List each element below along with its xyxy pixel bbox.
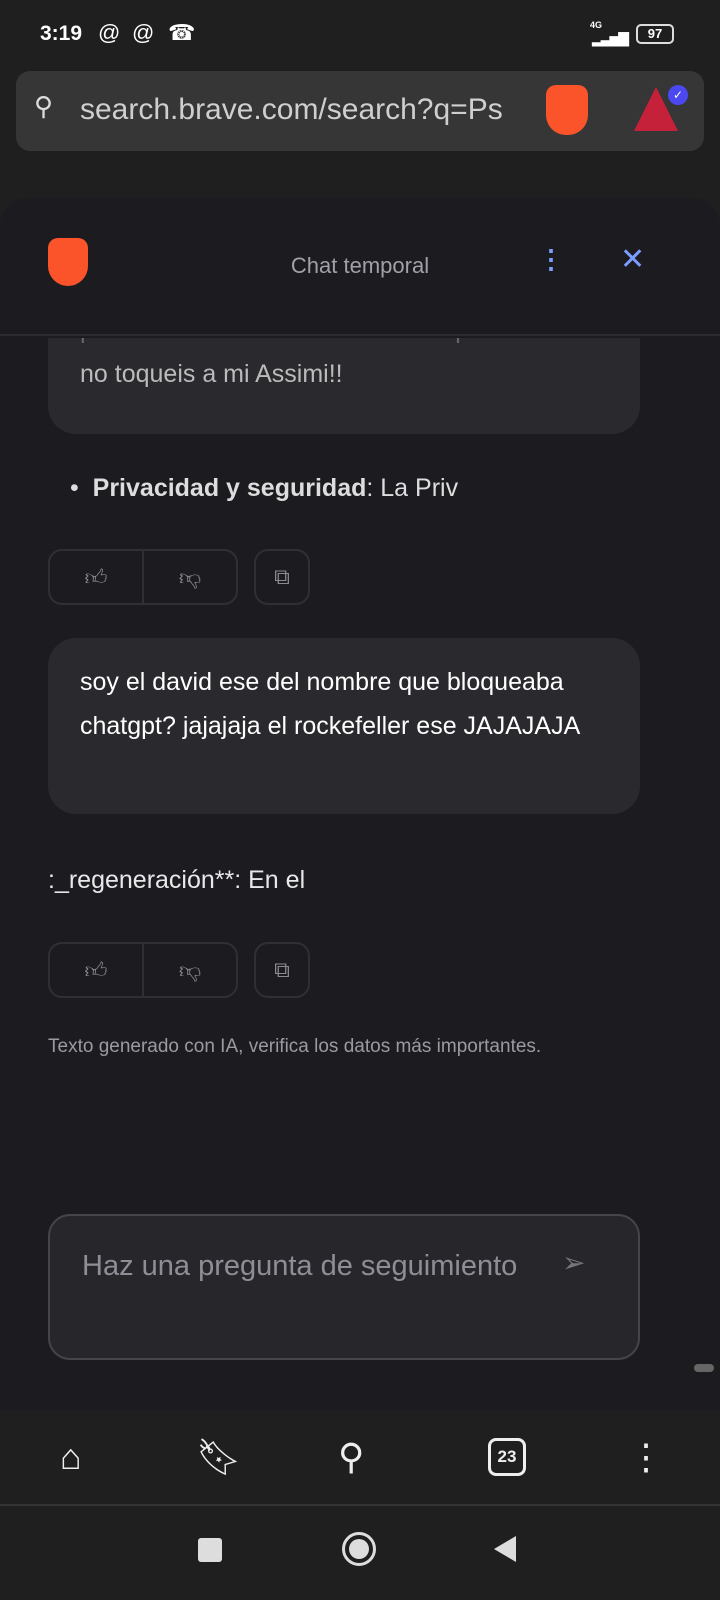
site-settings-icon[interactable]: ⚲ — [34, 91, 53, 122]
chat-scroll-area[interactable]: puedes escribir con coherencia? que no t… — [0, 338, 720, 1338]
copy-button[interactable]: ⧉ — [254, 942, 310, 998]
clock: 3:19 — [40, 22, 83, 45]
follow-up-input[interactable]: Haz una pregunta de seguimiento ➢ — [48, 1214, 640, 1360]
more-options-icon[interactable]: ⋮ — [538, 244, 564, 275]
status-bar: 3:19 @ @ ☎ 4G ▂▃▅▇ 97 — [0, 0, 720, 68]
copy-icon: ⧉ — [274, 957, 290, 982]
leo-chat-panel: Chat temporal ⋮ ✕ puedes escribir con co… — [0, 198, 720, 1410]
user-message-bubble: soy el david ese del nombre que bloqueab… — [48, 638, 640, 814]
answer-bullet: • Privacidad y seguridad: La Priv — [70, 474, 459, 502]
signal-icon: ▂▃▅▇ — [592, 30, 629, 46]
bullet-heading: Privacidad y seguridad — [92, 474, 367, 502]
missed-call-icon: ☎ — [168, 20, 196, 45]
chat-title: Chat temporal — [290, 253, 430, 278]
send-icon[interactable]: ➢ — [562, 1246, 585, 1279]
scrollbar-handle[interactable] — [694, 1364, 714, 1372]
copy-icon: ⧉ — [274, 564, 290, 589]
system-navigation — [0, 1506, 720, 1600]
message-text: puedes escribir con coherencia? que — [80, 338, 608, 352]
feedback-buttons: 👍︎ 👎︎ — [48, 549, 238, 605]
input-placeholder: Haz una pregunta de seguimiento — [82, 1250, 518, 1282]
tabs-button[interactable]: 23 — [488, 1438, 526, 1476]
home-icon[interactable]: ⌂ — [60, 1436, 82, 1478]
threads-icon: @ — [98, 20, 121, 45]
home-button[interactable] — [342, 1532, 376, 1566]
thumbs-up-icon[interactable]: 👍︎ — [50, 551, 144, 603]
network-type: 4G — [590, 20, 603, 30]
copy-button[interactable]: ⧉ — [254, 549, 310, 605]
ai-disclaimer: Texto generado con IA, verifica los dato… — [48, 1036, 542, 1057]
brave-shields-icon[interactable] — [546, 85, 588, 135]
answer-text: :_regeneración**: En el — [48, 866, 306, 894]
verified-badge-icon: ✓ — [668, 85, 688, 105]
close-icon[interactable]: ✕ — [620, 242, 645, 277]
battery-icon: 97 — [636, 24, 674, 44]
menu-icon[interactable]: ⋮ — [628, 1436, 664, 1478]
message-text: no toqueis a mi Assimi!! — [80, 360, 343, 388]
thumbs-down-icon[interactable]: 👎︎ — [144, 551, 236, 603]
search-icon[interactable]: ⚲ — [338, 1436, 364, 1478]
user-message-bubble: puedes escribir con coherencia? que no t… — [48, 338, 640, 434]
bookmark-icon[interactable]: 🔖︎ — [196, 1436, 242, 1478]
back-button[interactable] — [494, 1536, 516, 1562]
browser-toolbar: ⌂ 🔖︎ ⚲ 23 ⋮ — [0, 1410, 720, 1506]
feedback-buttons: 👍︎ 👎︎ — [48, 942, 238, 998]
threads-icon: @ — [132, 20, 155, 45]
thumbs-up-icon[interactable]: 👍︎ — [50, 944, 144, 996]
url-text[interactable]: search.brave.com/search?q=Ps — [80, 93, 520, 127]
address-bar[interactable]: ⚲ search.brave.com/search?q=Ps ✓ — [16, 71, 704, 151]
chat-header: Chat temporal ⋮ ✕ — [0, 198, 720, 336]
thumbs-down-icon[interactable]: 👎︎ — [144, 944, 236, 996]
recents-button[interactable] — [198, 1538, 222, 1562]
message-text: soy el david ese del nombre que bloqueab… — [80, 668, 581, 740]
bullet-text: : La Priv — [366, 474, 459, 502]
